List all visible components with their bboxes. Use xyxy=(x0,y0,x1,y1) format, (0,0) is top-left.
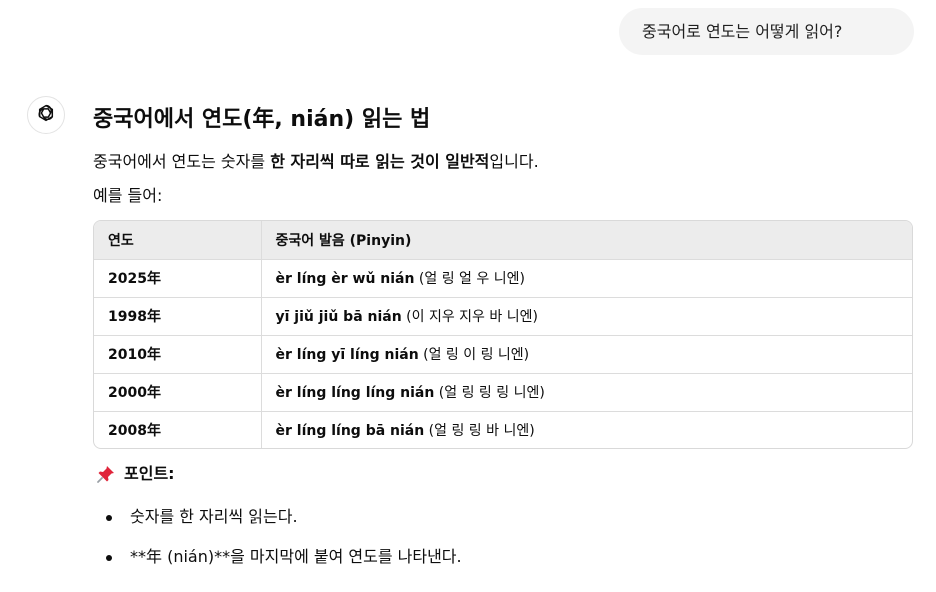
pinyin-cell: èr líng èr wǔ nián (얼 링 얼 우 니엔) xyxy=(261,259,912,298)
answer-title: 중국어에서 연도(年, nián) 읽는 법 xyxy=(93,107,431,132)
assistant-avatar xyxy=(27,96,65,134)
year-pronunciation-table: 연도 중국어 발음 (Pinyin) 2025年 èr líng èr wǔ n… xyxy=(93,220,913,449)
pinyin-cell: yī jiǔ jiǔ bā nián (이 지우 지우 바 니엔) xyxy=(261,297,912,336)
korean-reading: (얼 링 이 링 니엔) xyxy=(418,347,530,363)
table-header-row: 연도 중국어 발음 (Pinyin) xyxy=(94,221,912,260)
point-heading: 포인트: xyxy=(96,462,175,486)
list-item-text: 숫자를 한 자리씩 읽는다. xyxy=(130,507,298,526)
table-row: 2010年 èr líng yī líng nián (얼 링 이 링 니엔) xyxy=(94,335,912,374)
bullet-dot xyxy=(106,555,112,561)
korean-reading: (얼 링 얼 우 니엔) xyxy=(414,271,525,287)
year-cell: 2008年 xyxy=(94,411,262,448)
table-row: 2008年 èr líng líng bā nián (얼 링 링 바 니엔) xyxy=(94,411,912,448)
pinyin-text: èr líng líng líng nián xyxy=(275,385,435,401)
table-row: 2000年 èr líng líng líng nián (얼 링 링 링 니엔… xyxy=(94,373,912,412)
korean-reading: (이 지우 지우 바 니엔) xyxy=(401,309,538,325)
year-cell: 2025年 xyxy=(94,259,262,298)
korean-reading: (얼 링 링 바 니엔) xyxy=(424,423,535,440)
openai-logo-icon xyxy=(35,102,57,128)
intro-paragraph: 중국어에서 연도는 숫자를 한 자리씩 따로 읽는 것이 일반적입니다. xyxy=(93,150,539,174)
header-year: 연도 xyxy=(94,221,262,260)
point-title: 포인트: xyxy=(124,464,175,483)
year-cell: 1998年 xyxy=(94,297,262,336)
pinyin-cell: èr líng yī líng nián (얼 링 이 링 니엔) xyxy=(261,335,912,374)
pushpin-icon xyxy=(96,464,116,484)
year-cell: 2010年 xyxy=(94,335,262,374)
header-pinyin: 중국어 발음 (Pinyin) xyxy=(261,221,912,260)
bullet-dot xyxy=(106,515,112,521)
pinyin-cell: èr líng líng bā nián (얼 링 링 바 니엔) xyxy=(261,411,912,448)
table-row: 2025年 èr líng èr wǔ nián (얼 링 얼 우 니엔) xyxy=(94,259,912,298)
intro-text-after: 입니다. xyxy=(489,152,539,171)
korean-reading: (얼 링 링 링 니엔) xyxy=(434,385,545,401)
list-item: **年 (nián)**을 마지막에 붙여 연도를 나타낸다. xyxy=(106,545,462,569)
pinyin-text: èr líng líng bā nián xyxy=(275,423,425,440)
year-cell: 2000年 xyxy=(94,373,262,412)
example-label: 예를 들어: xyxy=(93,186,163,205)
list-item-text: **年 (nián)**을 마지막에 붙여 연도를 나타낸다. xyxy=(130,547,462,566)
intro-text-before: 중국어에서 연도는 숫자를 xyxy=(93,152,271,171)
pinyin-cell: èr líng líng líng nián (얼 링 링 링 니엔) xyxy=(261,373,912,412)
user-message-bubble: 중국어로 연도는 어떻게 읽어? xyxy=(619,8,914,55)
intro-text-bold: 한 자리씩 따로 읽는 것이 일반적 xyxy=(270,152,490,171)
pinyin-text: èr líng èr wǔ nián xyxy=(275,271,415,287)
user-message-text: 중국어로 연도는 어떻게 읽어? xyxy=(642,22,843,41)
list-item: 숫자를 한 자리씩 읽는다. xyxy=(106,505,462,529)
pinyin-text: èr líng yī líng nián xyxy=(275,347,419,363)
point-list: 숫자를 한 자리씩 읽는다. **年 (nián)**을 마지막에 붙여 연도를… xyxy=(106,505,462,585)
table-row: 1998年 yī jiǔ jiǔ bā nián (이 지우 지우 바 니엔) xyxy=(94,297,912,336)
pinyin-text: yī jiǔ jiǔ bā nián xyxy=(275,309,402,325)
